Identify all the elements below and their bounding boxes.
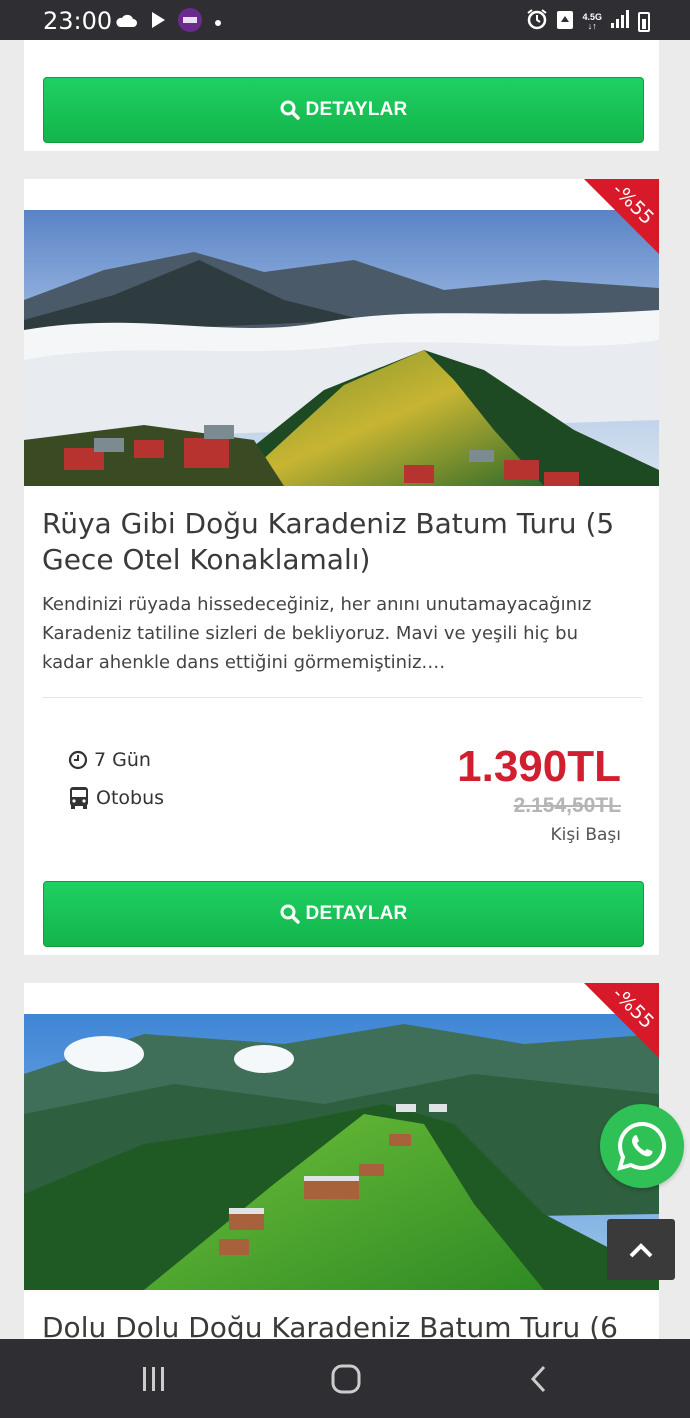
tour-old-price: 2.154,50TL — [513, 794, 621, 817]
whatsapp-button[interactable] — [600, 1104, 684, 1188]
status-time: 23:00 — [43, 7, 113, 35]
recent-apps-icon — [143, 1367, 164, 1391]
back-icon — [530, 1365, 546, 1393]
alarm-icon — [526, 8, 548, 35]
bus-icon — [70, 787, 88, 809]
battery-icon — [638, 11, 650, 32]
tour-photo[interactable] — [24, 1014, 659, 1290]
duration-text: 7 Gün — [94, 749, 151, 771]
navigation-bar — [0, 1339, 690, 1418]
recent-apps-button[interactable] — [133, 1361, 173, 1397]
divider — [42, 697, 642, 698]
play-icon — [150, 11, 166, 34]
transport-text: Otobus — [96, 787, 165, 809]
tour-photo[interactable] — [24, 210, 659, 486]
whatsapp-icon — [617, 1121, 667, 1171]
back-button[interactable] — [519, 1361, 559, 1397]
price-note: Kişi Başı — [550, 825, 621, 845]
search-icon — [280, 100, 300, 120]
details-button-label: DETAYLAR — [305, 903, 408, 924]
signal-icon — [610, 9, 630, 34]
search-icon — [280, 904, 300, 924]
details-button-label: DETAYLAR — [305, 99, 408, 120]
status-bar: 23:00 4.5G ↓↑ — [0, 0, 690, 40]
clock-icon — [68, 750, 88, 770]
discount-badge: -%55 — [584, 983, 659, 1058]
recycle-icon — [556, 8, 574, 35]
tour-transport: Otobus — [68, 786, 164, 810]
tour-card[interactable]: -%55 Rüya Gibi Doğu Karadeniz Batum Turu… — [24, 179, 659, 955]
chevron-up-icon — [629, 1242, 653, 1257]
tour-card[interactable]: -%55 Dolu Dolu Doğu Karadeniz Batum Turu… — [24, 983, 659, 1343]
tour-description: Kendinizi rüyada hissedeceğiniz, her anı… — [42, 594, 592, 673]
details-button[interactable]: DETAYLAR — [43, 881, 644, 947]
tour-duration: 7 Gün — [68, 749, 151, 771]
bein-sports-icon — [178, 8, 202, 37]
back-to-top-button[interactable] — [607, 1219, 675, 1280]
home-button[interactable] — [326, 1361, 366, 1397]
network-type: 4.5G ↓↑ — [582, 11, 602, 31]
tour-price: 1.390TL — [457, 742, 621, 791]
tour-title[interactable]: Rüya Gibi Doğu Karadeniz Batum Turu (5 G… — [42, 506, 632, 578]
cloud-icon — [114, 12, 138, 33]
discount-badge: -%55 — [584, 179, 659, 254]
home-icon — [331, 1364, 361, 1394]
tour-card-previous: DETAYLAR — [24, 40, 659, 151]
dot-icon — [214, 14, 222, 32]
details-button[interactable]: DETAYLAR — [43, 77, 644, 143]
